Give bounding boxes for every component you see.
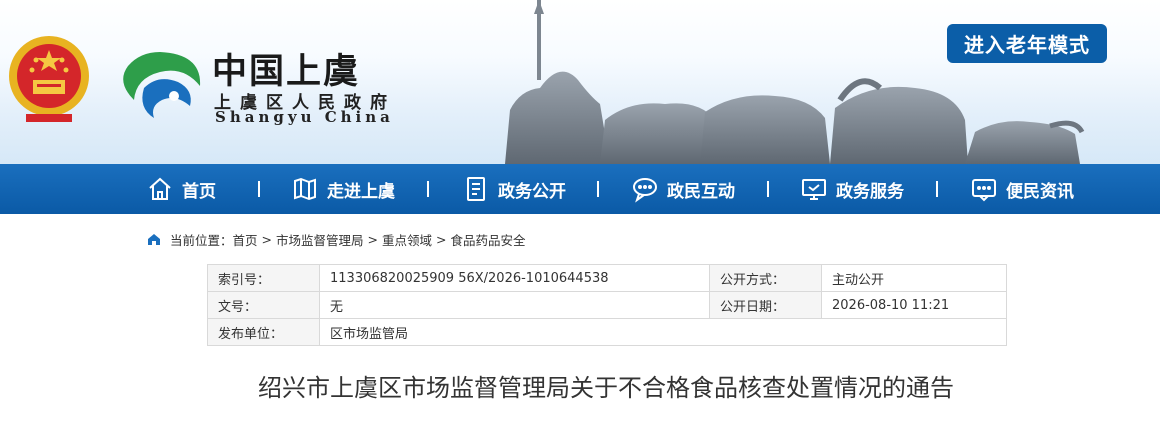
table-row: 发布单位： 区市场监管局 xyxy=(207,318,1007,346)
publisher-value: 区市场监管局 xyxy=(319,318,1007,346)
document-icon xyxy=(467,177,485,201)
nav-item-about[interactable]: 走进上虞 xyxy=(291,164,395,214)
breadcrumb-item[interactable]: 食品药品安全 xyxy=(451,230,526,249)
table-row: 索引号： 113306820025909 56X/2026-1010644538… xyxy=(207,264,1007,292)
breadcrumb-item[interactable]: 市场监督管理局 xyxy=(276,230,364,249)
nav-item-interaction[interactable]: 政民互动 xyxy=(631,164,735,214)
monitor-icon xyxy=(802,179,826,200)
breadcrumb-separator: > xyxy=(436,231,447,247)
nav-separator xyxy=(767,181,769,197)
home-icon xyxy=(149,177,171,200)
public-mode-value: 主动公开 xyxy=(821,264,1007,292)
nav-item-gov-open[interactable]: 政务公开 xyxy=(462,164,566,214)
table-row: 文号： 无 公开日期： 2026-08-10 11:21 xyxy=(207,291,1007,319)
nav-item-label: 首页 xyxy=(182,181,216,202)
national-emblem-icon xyxy=(9,36,89,122)
message-icon xyxy=(972,179,996,202)
main-nav: 首页 走进上虞 政务公开 政民互动 政务服务 便民资讯 xyxy=(0,164,1160,214)
publisher-label: 发布单位： xyxy=(207,318,320,346)
nav-item-home[interactable]: 首页 xyxy=(146,164,216,214)
page: 中国上虞 上虞区人民政府 Shangyu China 进入老年模式 首页 走进上… xyxy=(0,0,1160,446)
nav-separator xyxy=(427,181,429,197)
doc-number-value: 无 xyxy=(319,291,710,319)
public-mode-label: 公开方式： xyxy=(709,264,822,292)
breadcrumb: 当前位置： 首页 > 市场监督管理局 > 重点领域 > 食品药品安全 xyxy=(146,229,526,249)
nav-item-info[interactable]: 便民资讯 xyxy=(970,164,1074,214)
breadcrumb-separator: > xyxy=(367,231,379,247)
article-title: 绍兴市上虞区市场监督管理局关于不合格食品核查处置情况的通告 xyxy=(258,374,954,402)
nav-separator xyxy=(936,181,938,197)
home-icon xyxy=(148,234,160,245)
nav-item-label: 政民互动 xyxy=(667,181,735,202)
index-label: 索引号： xyxy=(207,264,320,292)
brand-title: 中国上虞 xyxy=(212,51,361,92)
breadcrumb-item[interactable]: 重点领域 xyxy=(382,230,432,249)
brand-english: Shangyu China xyxy=(215,108,394,126)
public-date-label: 公开日期： xyxy=(709,291,822,319)
elder-mode-button[interactable]: 进入老年模式 xyxy=(947,24,1107,63)
chat-icon xyxy=(633,178,657,203)
nav-item-services[interactable]: 政务服务 xyxy=(800,164,904,214)
breadcrumb-prefix: 当前位置： xyxy=(170,232,233,248)
shangyu-logo-icon xyxy=(123,52,201,118)
header-banner: 中国上虞 上虞区人民政府 Shangyu China 进入老年模式 xyxy=(0,0,1160,164)
document-info-table: 索引号： 113306820025909 56X/2026-1010644538… xyxy=(207,264,1007,346)
nav-item-label: 走进上虞 xyxy=(327,181,395,202)
nav-separator xyxy=(258,181,260,197)
breadcrumb-item[interactable]: 首页 xyxy=(233,230,258,249)
public-date-value: 2026-08-10 11:21 xyxy=(821,291,1007,319)
nav-separator xyxy=(597,181,599,197)
nav-item-label: 便民资讯 xyxy=(1006,181,1074,202)
index-value: 113306820025909 56X/2026-1010644538 xyxy=(319,264,710,292)
breadcrumb-separator: > xyxy=(261,231,273,247)
map-icon xyxy=(294,177,316,201)
doc-number-label: 文号： xyxy=(207,291,320,319)
nav-item-label: 政务公开 xyxy=(498,181,566,202)
nav-item-label: 政务服务 xyxy=(836,181,904,202)
